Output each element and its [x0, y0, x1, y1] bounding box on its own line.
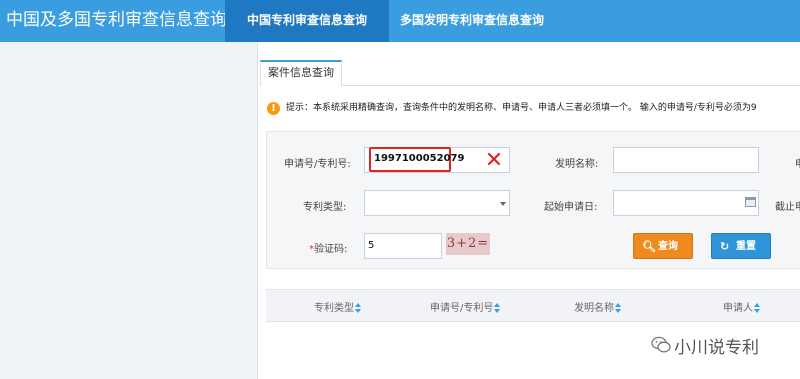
patent-type-label: 专利类型: — [303, 202, 347, 213]
captcha-image[interactable]: 3+2= — [446, 233, 490, 255]
sort-icon[interactable] — [355, 303, 362, 313]
start-date-input[interactable] — [613, 190, 759, 216]
search-icon: 🔍︎ — [642, 240, 656, 253]
captcha-label-text: 验证码: — [314, 244, 348, 255]
tab-case-info-query[interactable]: 案件信息查询 — [260, 60, 342, 86]
tab-china-patent-query[interactable]: 中国专利审查信息查询 — [225, 0, 389, 42]
query-button[interactable]: 🔍︎ 查询 — [633, 233, 693, 259]
column-header-invention-name[interactable]: 发明名称 — [574, 299, 622, 314]
captcha-input[interactable] — [364, 233, 442, 259]
tab-multi-country-query[interactable]: 多国发明专利审查信息查询 — [400, 0, 544, 42]
column-header-app-no[interactable]: 申请号/专利号 — [430, 299, 501, 314]
invention-name-label: 发明名称: — [555, 159, 599, 170]
column-label: 申请号/专利号 — [430, 303, 494, 314]
column-label: 申请人 — [723, 303, 753, 314]
app-title: 中国及多国专利审查信息查询 — [6, 10, 227, 30]
info-exclamation-icon: ! — [267, 102, 280, 115]
chevron-down-icon — [500, 202, 506, 206]
sort-icon[interactable] — [615, 303, 622, 313]
captcha-input-value: 5 — [368, 240, 375, 251]
applicant-label-cut: 申 — [795, 155, 800, 170]
reset-button-label: 重置 — [736, 241, 756, 252]
query-button-label: 查询 — [658, 241, 678, 252]
column-header-applicant[interactable]: 申请人 — [723, 299, 761, 314]
notice-text: 提示：本系统采用精确查询，查询条件中的发明名称、申请号、申请人三者必须填一个。 … — [286, 103, 757, 113]
column-header-patent-type[interactable]: 专利类型 — [314, 299, 362, 314]
invention-name-input[interactable] — [613, 147, 759, 173]
calendar-icon[interactable] — [745, 197, 756, 207]
end-date-label-cut: 截止申 — [775, 202, 800, 213]
left-sidebar — [0, 42, 258, 379]
column-label: 专利类型 — [314, 303, 354, 314]
patent-type-select[interactable] — [364, 190, 510, 216]
column-label: 发明名称 — [574, 303, 614, 314]
clear-icon[interactable] — [487, 152, 501, 166]
sort-icon[interactable] — [754, 303, 761, 313]
start-date-label: 起始申请日: — [544, 202, 598, 213]
captcha-label: *验证码: — [309, 240, 347, 255]
refresh-icon: ↻ — [720, 240, 730, 253]
wechat-icon — [651, 336, 671, 353]
watermark-text: 小川说专利 — [674, 338, 759, 358]
app-no-value: 1997100052079 — [374, 153, 465, 164]
sort-icon[interactable] — [494, 303, 501, 313]
app-no-label: 申请号/专利号: — [284, 159, 351, 170]
reset-button[interactable]: ↻ 重置 — [711, 233, 771, 259]
